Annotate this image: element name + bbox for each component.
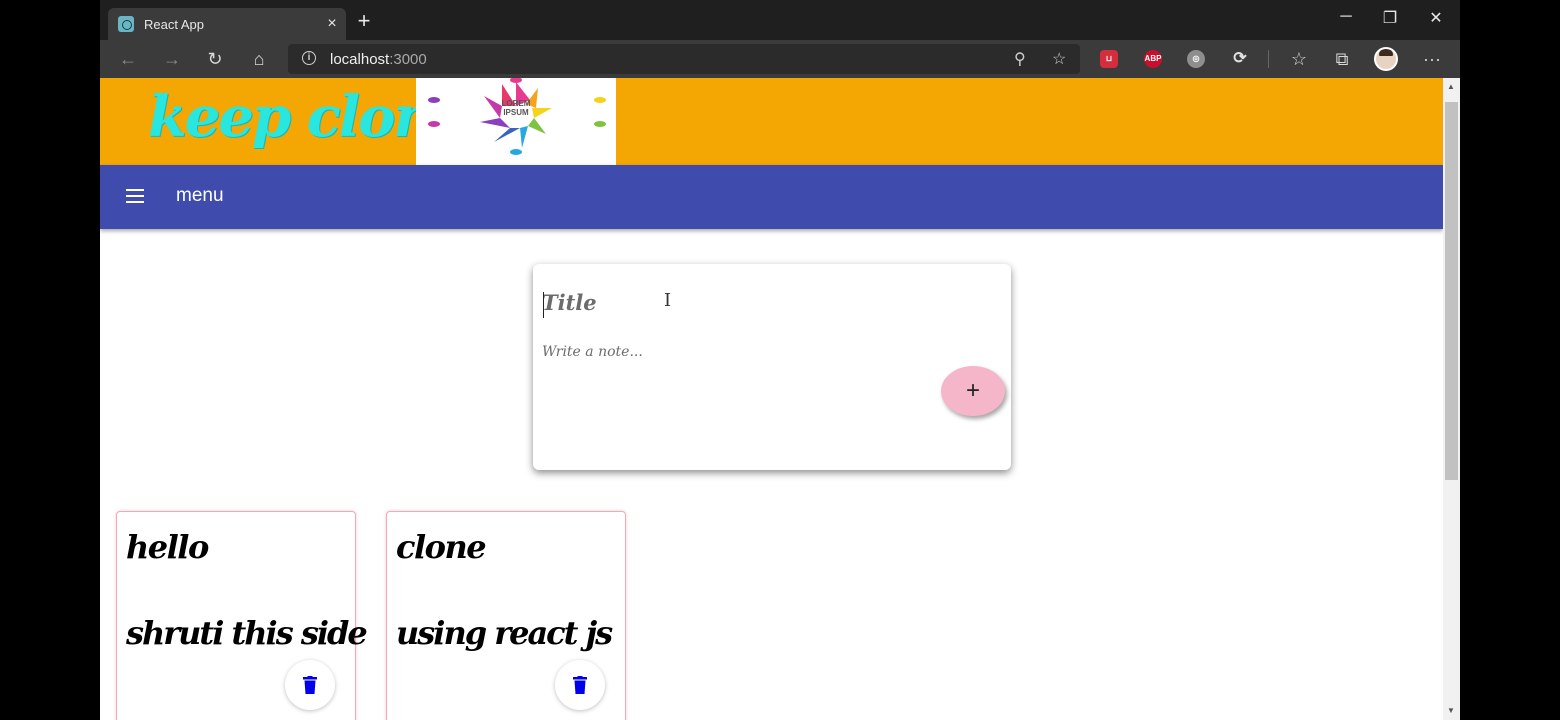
address-url[interactable]: localhost:3000 [330, 51, 427, 68]
address-bar[interactable]: i localhost:3000 ⚲ ☆ [288, 44, 1080, 74]
toolbar-separator [1268, 50, 1269, 68]
scroll-down-arrow-icon[interactable]: ▼ [1447, 706, 1455, 715]
tab-react-app[interactable]: React App × [108, 8, 346, 40]
note-create-form: I [533, 264, 1011, 470]
favorite-star-icon[interactable]: ☆ [1052, 49, 1066, 69]
react-favicon-icon [118, 16, 134, 32]
favorites-icon[interactable]: ☆ [1287, 48, 1311, 70]
note-title: hello [126, 528, 209, 566]
sync-extension-icon[interactable]: ⟳ [1231, 50, 1249, 68]
scroll-up-arrow-icon[interactable]: ▲ [1447, 82, 1455, 91]
note-content: using react js [396, 614, 613, 652]
ibeam-cursor-icon: I [664, 290, 672, 311]
more-menu-icon[interactable]: ··· [1420, 48, 1444, 70]
pocket-extension-icon[interactable]: ⊔ [1100, 50, 1118, 68]
page-scrollbar[interactable]: ▲ ▼ [1443, 78, 1460, 720]
app-header-banner: keep clone LOREM IPSUM [100, 78, 1443, 165]
hamburger-menu-icon[interactable] [126, 189, 144, 203]
restore-button[interactable]: ❐ [1368, 8, 1412, 28]
menu-label[interactable]: menu [176, 185, 224, 207]
forward-button[interactable]: → [160, 48, 184, 70]
trash-icon [303, 676, 317, 694]
logo-image-text-1: LOREM [502, 99, 531, 108]
minimize-button[interactable]: ─ [1324, 8, 1368, 26]
home-button[interactable]: ⌂ [247, 48, 271, 70]
address-port: :3000 [389, 51, 427, 68]
browser-window: React App × + ─ ❐ ✕ ← → ↻ ⌂ i localhost:… [100, 0, 1460, 720]
trash-icon [573, 676, 587, 694]
profile-avatar[interactable] [1374, 47, 1398, 71]
page-content: keep clone LOREM IPSUM menu Title I Writ… [100, 78, 1443, 720]
lorem-ipsum-logo-icon: LOREM IPSUM [428, 78, 606, 155]
reload-button[interactable]: ↻ [203, 48, 227, 70]
delete-note-button[interactable] [555, 660, 605, 710]
note-title: clone [396, 528, 487, 566]
adblock-extension-icon[interactable]: ABP [1144, 50, 1162, 68]
note-textarea[interactable] [542, 344, 1002, 400]
title-input[interactable] [542, 290, 842, 315]
zoom-icon[interactable]: ⚲ [1014, 49, 1026, 69]
app-menubar: menu [100, 165, 1443, 229]
tab-close-icon[interactable]: × [318, 15, 346, 33]
note-content: shruti this side [126, 614, 368, 652]
address-host: localhost [330, 51, 390, 68]
close-window-button[interactable]: ✕ [1414, 8, 1458, 28]
add-note-button[interactable]: + [941, 366, 1005, 416]
extension-3-icon[interactable]: ◎ [1187, 50, 1205, 68]
back-button[interactable]: ← [116, 48, 140, 70]
logo-image: LOREM IPSUM [416, 78, 616, 165]
new-tab-button[interactable]: + [352, 9, 376, 33]
tab-title: React App [144, 16, 204, 32]
browser-toolbar: ← → ↻ ⌂ i localhost:3000 ⚲ ☆ ⊔ ABP ◎ ⟳ ☆… [100, 40, 1460, 78]
collections-icon[interactable]: ⧉ [1330, 48, 1354, 70]
site-info-icon[interactable]: i [302, 51, 316, 65]
delete-note-button[interactable] [285, 660, 335, 710]
tab-strip: React App × + ─ ❐ ✕ [100, 0, 1460, 40]
scrollbar-thumb[interactable] [1445, 102, 1458, 480]
note-card: clone using react js [386, 511, 626, 720]
note-card: hello shruti this side [116, 511, 368, 720]
text-caret [543, 292, 544, 318]
logo-image-text-2: IPSUM [503, 108, 529, 117]
